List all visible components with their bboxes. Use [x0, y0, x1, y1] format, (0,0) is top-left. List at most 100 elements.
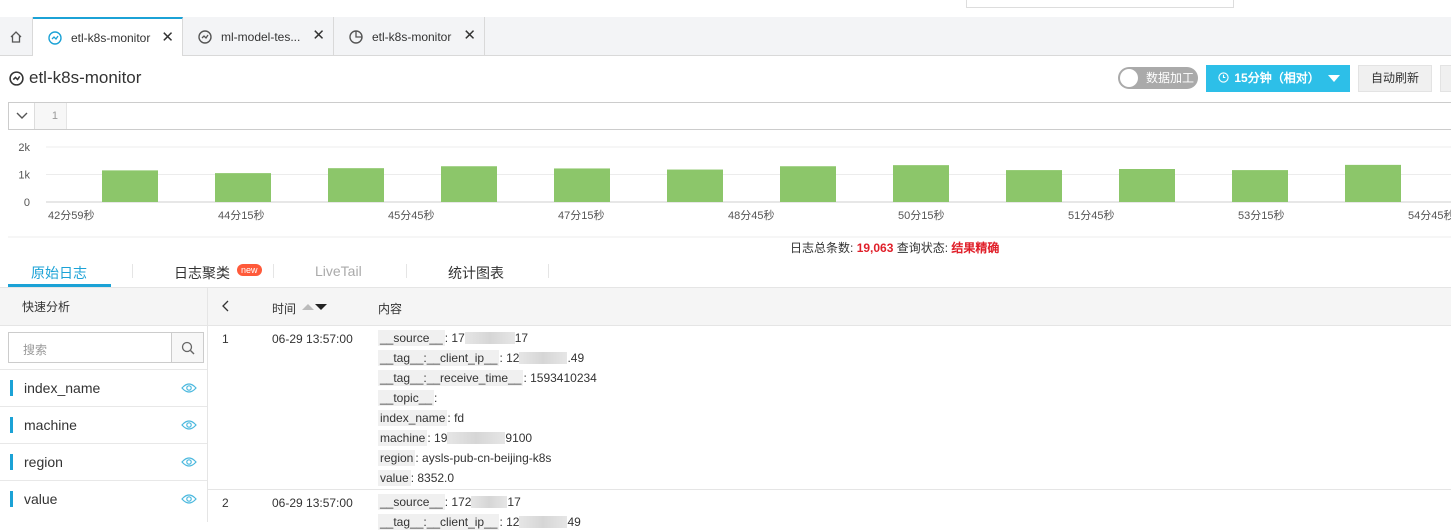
column-time[interactable]: 时间	[272, 300, 296, 317]
field-item[interactable]: machine	[0, 406, 207, 443]
log-field[interactable]: __tag__:__client_ip__: 12 49	[378, 514, 581, 530]
y-tick-label: 2k	[18, 142, 30, 154]
tab-raw-logs[interactable]: 原始日志	[31, 263, 87, 283]
eye-icon[interactable]	[181, 456, 197, 468]
x-tick-label: 54分45秒	[1408, 208, 1451, 222]
column-content: 内容	[378, 302, 403, 316]
field-search-input[interactable]: 搜索	[8, 332, 204, 363]
redacted-mask	[447, 432, 506, 444]
active-tab-underline	[8, 284, 111, 287]
log-field[interactable]: machine: 19 9100	[378, 430, 532, 446]
log-field[interactable]: __tag__:__receive_time__: 1593410234	[378, 370, 597, 386]
x-tick-label: 53分15秒	[1238, 208, 1284, 222]
histogram-bar[interactable]	[667, 169, 723, 202]
total-value: 19,063	[856, 241, 894, 255]
tab-stats-chart[interactable]: 统计图表	[448, 263, 504, 283]
dashboard-icon	[9, 70, 24, 86]
histogram-bar[interactable]	[554, 168, 610, 202]
data-processing-toggle[interactable]: 数据加工	[1118, 67, 1198, 89]
table-row: 2 06-29 13:57:00 __source__: 172 17 __tag…	[208, 490, 1451, 530]
sort-icon[interactable]	[302, 303, 328, 311]
tab-etl-k8s-monitor-2[interactable]: etl-k8s-monitor ✕	[334, 17, 485, 56]
log-field[interactable]: __topic__:	[378, 390, 437, 406]
field-value: .49	[567, 351, 585, 365]
row-time: 06-29 13:57:00	[272, 496, 353, 510]
histogram-bar[interactable]	[1232, 170, 1288, 202]
status-label: 查询状态:	[896, 241, 949, 255]
tab-bar: etl-k8s-monitor ✕ ml-model-tes... ✕ etl-…	[0, 17, 1451, 57]
field-item[interactable]: region	[0, 443, 207, 480]
log-field[interactable]: region: aysls-pub-cn-beijing-k8s	[378, 450, 551, 466]
field-value: 17	[507, 495, 521, 509]
log-field[interactable]: index_name: fd	[378, 410, 464, 426]
tab-ml-model-test[interactable]: ml-model-tes... ✕	[183, 17, 334, 56]
histogram-bar[interactable]	[328, 168, 384, 202]
x-tick-label: 42分59秒	[48, 208, 94, 222]
histogram-bar[interactable]	[780, 166, 836, 202]
more-button[interactable]	[1440, 65, 1451, 92]
field-value: 9100	[505, 431, 533, 445]
field-key: machine	[378, 430, 428, 446]
y-tick-label: 0	[24, 197, 30, 209]
eye-icon[interactable]	[181, 419, 197, 431]
histogram-chart: 2k 1k 0 42分59秒 44分15秒 45分45秒 47分15秒 48分45秒 50分15…	[0, 138, 1451, 238]
query-editor[interactable]: 1	[8, 102, 1451, 130]
histogram-bar[interactable]	[1345, 164, 1401, 202]
field-item[interactable]: value	[0, 480, 207, 517]
new-badge: new	[237, 264, 262, 276]
search-button[interactable]	[171, 333, 203, 362]
field-key: __source__	[378, 330, 445, 346]
tab-livetail[interactable]: LiveTail	[315, 263, 362, 279]
total-label: 日志总条数:	[790, 241, 854, 255]
close-icon[interactable]: ✕	[161, 30, 174, 45]
field-value: 17	[514, 331, 529, 345]
histogram-bar[interactable]	[1006, 170, 1062, 202]
histogram-bar[interactable]	[1119, 169, 1175, 202]
row-index: 2	[222, 496, 229, 510]
eye-icon[interactable]	[181, 382, 197, 394]
page-title-text: etl-k8s-monitor	[29, 68, 142, 87]
top-search-box[interactable]	[966, 0, 1234, 8]
tab-label: etl-k8s-monitor	[372, 29, 452, 44]
histogram-bar[interactable]	[102, 170, 158, 202]
tab-etl-k8s-monitor-1[interactable]: etl-k8s-monitor ✕	[33, 17, 183, 57]
auto-refresh-button[interactable]: 自动刷新	[1358, 65, 1432, 92]
histogram-svg: 2k 1k 0 42分59秒 44分15秒 45分45秒 47分15秒 48分45秒 50分15…	[8, 142, 1451, 238]
table-row: 1 06-29 13:57:00 __source__: 17 17 __tag_…	[208, 326, 1451, 490]
status-value: 结果精确	[951, 241, 1000, 255]
toggle-label: 数据加工	[1146, 71, 1195, 85]
field-name: value	[24, 491, 58, 507]
eye-icon[interactable]	[181, 493, 197, 505]
log-field[interactable]: __source__: 172 17	[378, 494, 521, 510]
field-key: __topic__	[378, 390, 435, 406]
home-icon	[10, 30, 22, 43]
tab-separator	[406, 264, 407, 278]
field-value: 12	[506, 351, 520, 365]
home-button[interactable]	[0, 17, 33, 56]
histogram-bar[interactable]	[215, 173, 271, 202]
x-tick-label: 47分15秒	[558, 208, 604, 222]
collapse-toggle[interactable]	[9, 103, 35, 129]
clock-icon	[1218, 72, 1229, 83]
redacted-mask	[471, 496, 508, 508]
close-icon[interactable]: ✕	[463, 28, 476, 43]
field-value: 172	[451, 495, 472, 509]
chevron-left-icon[interactable]	[222, 300, 230, 312]
field-key: value	[378, 470, 411, 486]
histogram-bar[interactable]	[441, 166, 497, 202]
field-item[interactable]: index_name	[0, 369, 207, 406]
tab-log-cluster[interactable]: 日志聚类	[174, 263, 230, 283]
log-field[interactable]: __source__: 17 17	[378, 330, 528, 346]
field-key: __source__	[378, 494, 445, 510]
time-range-button[interactable]: 15分钟（相对）	[1206, 65, 1350, 92]
close-icon[interactable]: ✕	[312, 28, 325, 43]
tab-label: ml-model-tes...	[221, 29, 301, 44]
redacted-mask	[519, 352, 568, 364]
search-icon	[181, 341, 194, 354]
tab-separator	[132, 264, 133, 278]
log-field[interactable]: value: 8352.0	[378, 470, 454, 486]
x-tick-label: 51分45秒	[1068, 208, 1114, 222]
log-field[interactable]: __tag__:__client_ip__: 12.49	[378, 350, 584, 366]
histogram-bar[interactable]	[893, 165, 949, 202]
toggle-knob	[1120, 69, 1138, 87]
